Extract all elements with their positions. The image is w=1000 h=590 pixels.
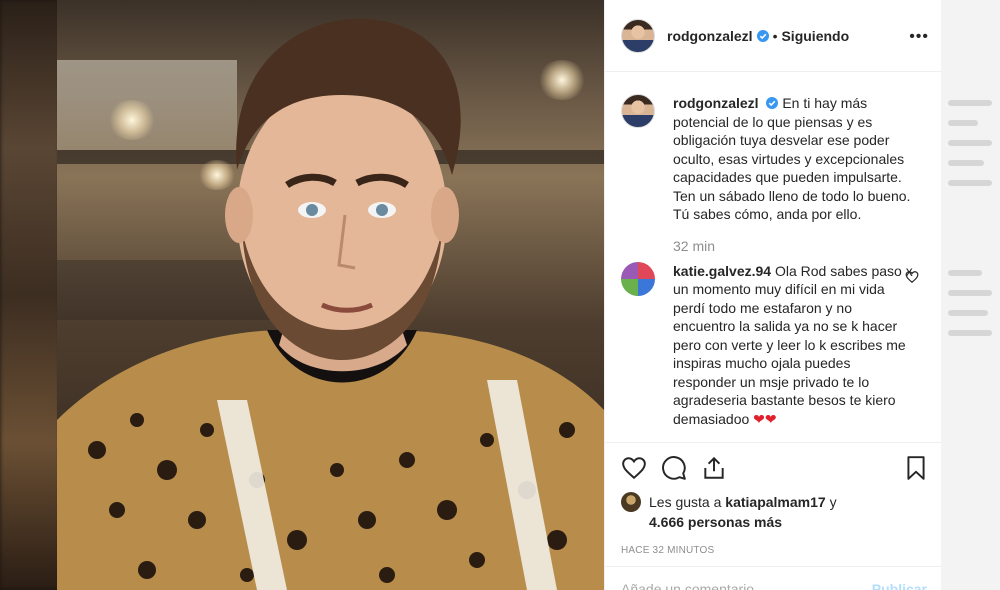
caption-text: En ti hay más potencial de lo que piensa… xyxy=(673,95,911,222)
separator-dot: • xyxy=(772,27,778,44)
share-icon[interactable] xyxy=(701,455,727,481)
right-blurred-edge xyxy=(940,0,1000,590)
author-username[interactable]: rodgonzalezl xyxy=(667,28,753,44)
verified-badge-icon xyxy=(756,29,769,42)
liker-username[interactable]: katiapalmam17 xyxy=(725,494,825,510)
caption-text-block: rodgonzalezl En ti hay más potencial de … xyxy=(673,94,913,224)
comment-bubble-icon[interactable] xyxy=(661,455,687,481)
action-bar xyxy=(605,442,941,490)
likes-suffix: y xyxy=(829,494,837,510)
caption-username[interactable]: rodgonzalezl xyxy=(673,95,759,111)
verified-badge-icon xyxy=(766,97,779,109)
caption-avatar[interactable] xyxy=(621,94,655,128)
likes-text: Les gusta a katiapalmam17 y xyxy=(649,493,837,511)
post-side-panel: rodgonzalezl • Siguiendo ••• rodgonzalez… xyxy=(604,0,941,590)
post-photo[interactable] xyxy=(57,0,604,590)
list-item: katie.galvez.94 Ola Rod sabes paso x un … xyxy=(621,261,925,429)
following-button[interactable]: Siguiendo xyxy=(781,28,849,44)
publish-button[interactable]: Publicar xyxy=(872,581,927,590)
caption-comment: rodgonzalezl En ti hay más potencial de … xyxy=(621,94,925,224)
likes-count[interactable]: 4.666 personas más xyxy=(605,513,941,531)
post-timestamp[interactable]: HACE 32 MINUTOS xyxy=(605,545,941,556)
commenter-username[interactable]: katie.galvez.94 xyxy=(673,263,771,279)
commenter-avatar[interactable] xyxy=(621,261,655,296)
add-comment-bar[interactable]: Añade un comentario... Publicar xyxy=(605,566,941,590)
comment-input[interactable]: Añade un comentario... xyxy=(621,581,766,590)
post-header: rodgonzalezl • Siguiendo ••• xyxy=(605,0,941,72)
comments-area: rodgonzalezl En ti hay más potencial de … xyxy=(605,72,941,442)
caption-time[interactable]: 32 min xyxy=(673,238,925,254)
left-blurred-edge xyxy=(0,0,60,590)
likes-summary: Les gusta a katiapalmam17 y xyxy=(605,492,941,512)
bookmark-icon[interactable] xyxy=(903,455,929,481)
selfie-portrait xyxy=(57,18,604,590)
likes-prefix: Les gusta a xyxy=(649,494,722,510)
author-avatar[interactable] xyxy=(621,18,655,53)
heart-emoji: ❤❤ xyxy=(753,410,777,427)
comment-text-block: katie.galvez.94 Ola Rod sabes paso x un … xyxy=(673,262,913,429)
heart-icon[interactable] xyxy=(621,455,647,481)
comment-text: Ola Rod sabes paso x un momento muy difí… xyxy=(673,262,913,427)
more-options-icon[interactable]: ••• xyxy=(909,28,929,46)
liker-avatar[interactable] xyxy=(621,492,641,512)
comment-like-heart-icon[interactable] xyxy=(905,270,919,284)
